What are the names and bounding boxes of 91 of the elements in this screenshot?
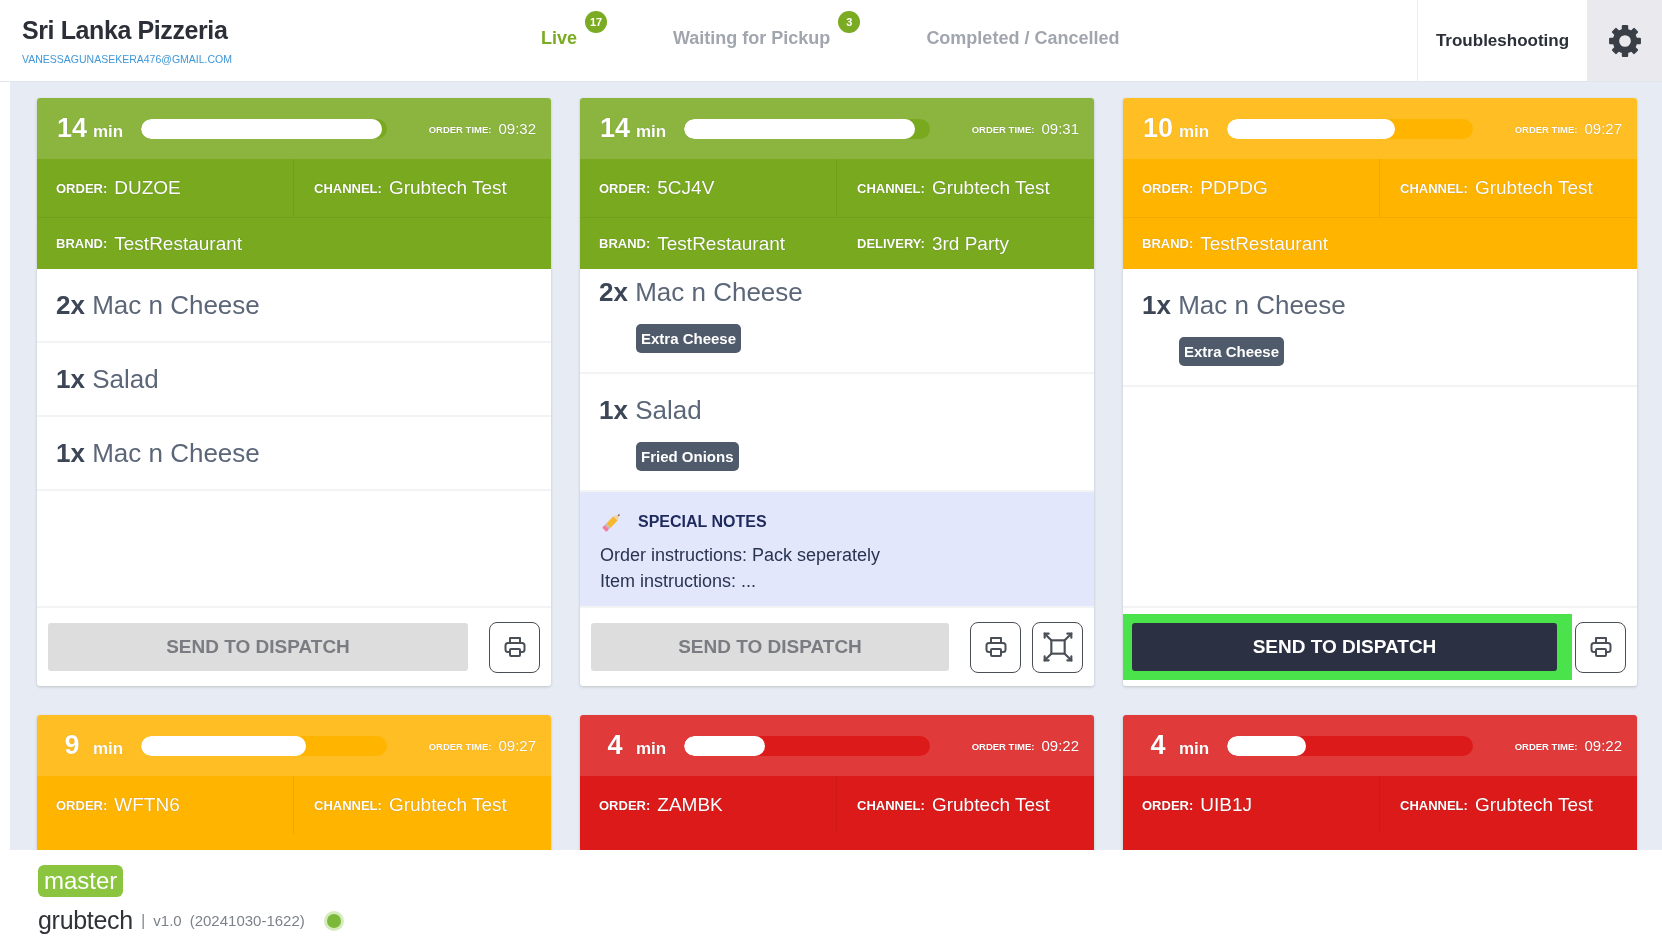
order-time-label: ORDER TIME: (971, 124, 1035, 135)
field-value: Grubtech Test (388, 794, 507, 816)
order-time: 09:31 (1041, 120, 1079, 137)
order-item: 1x Mac n Cheese (56, 437, 260, 470)
count-badge: 3 (838, 11, 861, 33)
settings-icon (1607, 23, 1642, 58)
printer-icon (983, 635, 1008, 659)
field-value: DUZOE (114, 177, 181, 199)
order-time: 09:22 (1041, 737, 1079, 754)
minutes-unit: min (1179, 738, 1210, 759)
settings-button[interactable] (1587, 0, 1662, 81)
elapsed-minutes: 10 (1142, 113, 1174, 144)
order-item: 2x Mac n Cheese (56, 289, 260, 322)
field-value: PDPDG (1200, 177, 1268, 199)
field-label: BRAND: (1142, 236, 1194, 251)
build-number: (20241030-1622) (189, 912, 305, 929)
print-button[interactable] (1575, 621, 1626, 673)
printer-icon (502, 635, 527, 659)
field-label: ORDER: (1142, 180, 1194, 196)
order-item: 1x Salad (56, 363, 159, 396)
field-value: TestRestaurant (657, 232, 786, 255)
field-label: BRAND: (56, 236, 108, 251)
minutes-unit: min (636, 738, 667, 759)
order-time: 09:27 (1584, 120, 1622, 137)
store-email: VANESSAGUNASEKERA476@GMAIL.COM (22, 53, 233, 65)
field-label: ORDER: (56, 180, 108, 196)
modifier-tag: Fried Onions (636, 442, 739, 471)
order-time-label: ORDER TIME: (428, 741, 492, 752)
field-value: Grubtech Test (1474, 794, 1593, 816)
tab[interactable]: Live 17 (541, 10, 610, 71)
field-label: ORDER: (56, 797, 108, 813)
order-time-label: ORDER TIME: (971, 741, 1035, 752)
field-label: ORDER: (599, 180, 651, 196)
field-value: Grubtech Test (931, 794, 1050, 816)
order-item: 1x Mac n Cheese (1142, 289, 1346, 322)
tab[interactable]: Completed / Cancelled (926, 10, 1120, 71)
field-label: CHANNEL: (1400, 797, 1468, 813)
modifier-tag: Extra Cheese (1179, 337, 1285, 366)
order-time-label: ORDER TIME: (428, 124, 492, 135)
minutes-unit: min (636, 121, 667, 142)
order-time: 09:32 (498, 120, 536, 137)
dispatch-button[interactable]: SEND TO DISPATCH (1132, 623, 1557, 671)
version-text: v1.0 (153, 912, 182, 929)
field-label: CHANNEL: (314, 180, 382, 196)
field-label: CHANNEL: (314, 797, 382, 813)
field-value: UIB1J (1200, 794, 1253, 816)
field-value: 5CJ4V (657, 177, 715, 199)
field-value: 3rd Party (931, 232, 1009, 255)
order-time-label: ORDER TIME: (1514, 741, 1578, 752)
field-value: TestRestaurant (1200, 232, 1329, 255)
field-label: ORDER: (599, 797, 651, 813)
elapsed-minutes: 4 (1149, 730, 1167, 761)
field-label: CHANNEL: (857, 180, 925, 196)
field-label: BRAND: (599, 236, 651, 251)
field-value: ZAMBK (657, 794, 723, 816)
expand-icon (1041, 631, 1074, 663)
brand-name: grubtech (38, 906, 133, 935)
notes-line: Item instructions: ... (600, 570, 758, 593)
notes-title: SPECIAL NOTES (638, 513, 767, 531)
field-value: WFTN6 (114, 794, 180, 816)
minutes-unit: min (93, 121, 124, 142)
store-name: Sri Lanka Pizzeria (22, 16, 228, 45)
field-value: Grubtech Test (1474, 177, 1593, 199)
branch-badge: master (38, 865, 124, 897)
printer-icon (1588, 635, 1613, 659)
field-value: Grubtech Test (931, 177, 1050, 199)
field-value: Grubtech Test (388, 177, 507, 199)
field-label: ORDER: (1142, 797, 1194, 813)
minutes-unit: min (93, 738, 124, 759)
elapsed-minutes: 14 (599, 113, 631, 144)
minutes-unit: min (1179, 121, 1210, 142)
notes-line: Order instructions: Pack seperately (600, 544, 882, 567)
tab[interactable]: Waiting for Pickup 3 (673, 10, 863, 71)
field-label: DELIVERY: (857, 236, 925, 251)
print-button[interactable] (970, 621, 1021, 673)
modifier-tag: Extra Cheese (636, 324, 742, 353)
field-label: CHANNEL: (857, 797, 925, 813)
print-button[interactable] (489, 621, 540, 673)
elapsed-minutes: 14 (56, 113, 88, 144)
field-value: TestRestaurant (114, 232, 243, 255)
separator-text: | (140, 910, 146, 931)
order-time-label: ORDER TIME: (1514, 124, 1578, 135)
expand-button[interactable] (1032, 621, 1083, 673)
order-item: 1x Salad (599, 394, 702, 427)
field-label: CHANNEL: (1400, 180, 1468, 196)
order-time: 09:27 (498, 737, 536, 754)
order-item: 2x Mac n Cheese (599, 276, 803, 309)
elapsed-minutes: 4 (606, 730, 624, 761)
order-time: 09:22 (1584, 737, 1622, 754)
count-badge: 17 (585, 11, 608, 33)
elapsed-minutes: 9 (63, 730, 81, 761)
